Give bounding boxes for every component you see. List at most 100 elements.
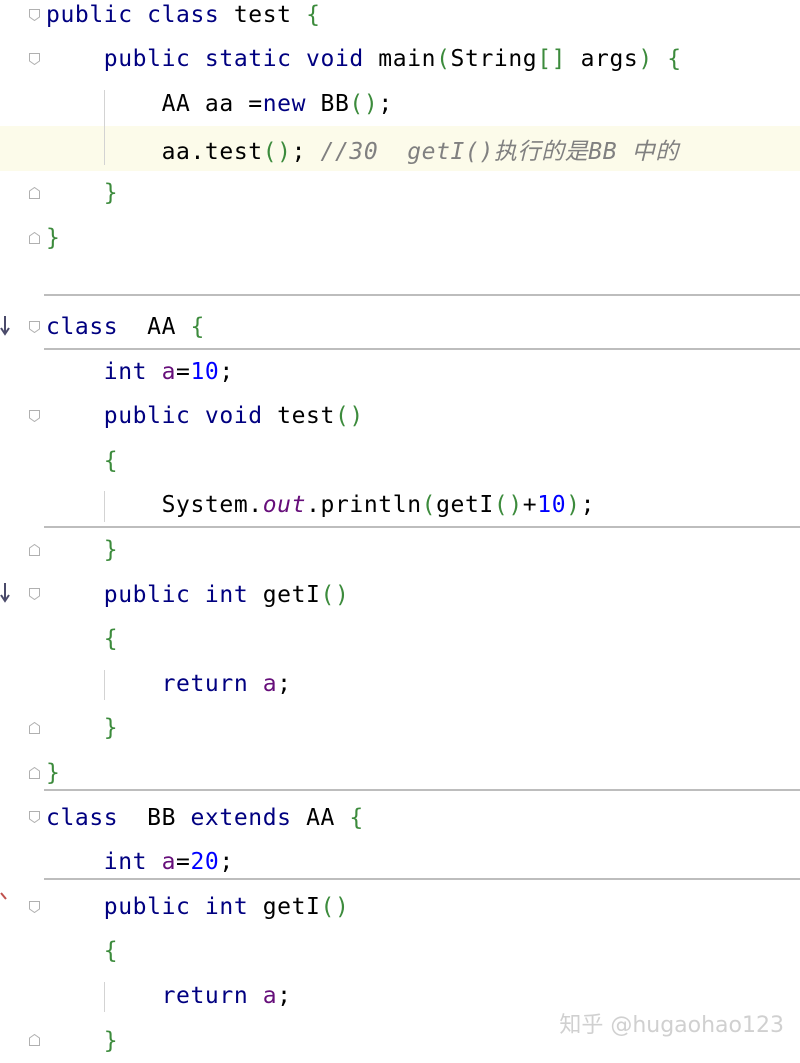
code-token: } — [46, 536, 119, 563]
code-line[interactable]: } — [0, 216, 800, 261]
code-text: } — [46, 225, 60, 251]
fold-expanded-icon[interactable] — [29, 409, 40, 422]
code-line[interactable]: return a; — [0, 662, 800, 707]
code-token: () — [320, 581, 350, 608]
code-token: class — [46, 804, 148, 831]
code-token: () — [262, 138, 292, 165]
overriding-method-icon[interactable] — [0, 891, 12, 913]
code-token: { — [306, 1, 321, 28]
watermark: 知乎 @hugaohao123 — [559, 1013, 784, 1038]
code-text: class BB extends AA { — [46, 805, 364, 831]
code-token: int — [46, 849, 162, 876]
code-token: ; — [219, 849, 234, 876]
code-line[interactable]: } — [0, 528, 800, 573]
fold-expanded-icon[interactable] — [29, 900, 40, 913]
code-text: } — [46, 1028, 118, 1054]
code-text: public static void main(String[] args) { — [46, 46, 682, 72]
code-token: ) — [566, 492, 581, 519]
code-token: public int — [46, 581, 263, 608]
code-line[interactable]: class AA { — [0, 305, 800, 350]
code-token: { — [190, 313, 205, 340]
code-line[interactable]: { — [0, 439, 800, 484]
code-token: ; — [378, 90, 393, 117]
code-token: return — [46, 982, 263, 1009]
method-separator — [44, 348, 800, 351]
code-token: System. — [46, 492, 263, 519]
code-token: args — [566, 46, 639, 73]
code-line[interactable]: public int getI() — [0, 885, 800, 930]
code-line[interactable]: { — [0, 617, 800, 662]
code-line[interactable]: { — [0, 929, 800, 974]
code-token: BB — [320, 90, 350, 117]
code-token: } — [46, 1027, 119, 1054]
code-token: out — [262, 492, 307, 519]
code-token: extends — [190, 804, 307, 831]
code-line[interactable]: int a=10; — [0, 349, 800, 394]
code-token: a — [262, 670, 278, 697]
code-token: } — [46, 759, 61, 786]
code-token: } — [46, 224, 61, 251]
code-line[interactable]: public void test() — [0, 394, 800, 439]
code-line[interactable]: class BB extends AA { — [0, 795, 800, 840]
code-line[interactable]: } — [0, 171, 800, 216]
overridden-method-icon[interactable] — [0, 583, 12, 605]
indent-guide — [104, 981, 105, 1013]
code-token: ; — [219, 358, 234, 385]
code-token: AA — [147, 313, 191, 340]
code-text: public int getI() — [46, 894, 349, 920]
code-token: aa.test — [46, 138, 263, 165]
code-token: + — [522, 492, 538, 519]
code-text: AA aa =new BB(); — [46, 91, 393, 117]
code-token: ; — [580, 492, 596, 519]
code-token: class — [46, 313, 148, 340]
code-line[interactable]: public class test { — [0, 0, 800, 37]
code-token: { — [46, 447, 119, 474]
code-line[interactable]: public int getI() — [0, 572, 800, 617]
fold-end-icon[interactable] — [29, 722, 40, 735]
code-line[interactable]: AA aa =new BB(); — [0, 82, 800, 127]
code-line[interactable] — [0, 260, 800, 305]
code-token: ( — [421, 492, 437, 519]
fold-end-icon[interactable] — [29, 186, 40, 199]
code-line[interactable]: } — [0, 706, 800, 751]
code-token: test — [233, 1, 307, 28]
code-token: String — [450, 46, 538, 73]
code-token: } — [46, 180, 119, 207]
fold-expanded-icon[interactable] — [29, 320, 40, 333]
code-token: () — [320, 893, 350, 920]
code-token: a — [161, 358, 177, 385]
fold-end-icon[interactable] — [29, 543, 40, 556]
method-separator — [44, 294, 800, 297]
code-token: getI — [436, 492, 494, 519]
code-line[interactable]: aa.test(); //30 getI()执行的是BB 中的 — [0, 126, 800, 171]
fold-expanded-icon[interactable] — [29, 53, 40, 66]
code-token: AA — [306, 804, 350, 831]
code-line[interactable]: System.out.println(getI()+10); — [0, 483, 800, 528]
code-token: public class — [46, 1, 234, 28]
fold-end-icon[interactable] — [29, 1034, 40, 1047]
code-text: int a=10; — [46, 359, 234, 385]
code-token: a — [262, 982, 278, 1009]
code-token: getI — [262, 893, 321, 920]
code-token: = — [176, 358, 191, 385]
code-line[interactable]: public static void main(String[] args) { — [0, 37, 800, 82]
fold-expanded-icon[interactable] — [29, 588, 40, 601]
fold-expanded-icon[interactable] — [29, 8, 40, 21]
code-token: ( — [436, 46, 451, 73]
code-token: public static void — [46, 46, 379, 73]
implemented-by-icon[interactable] — [0, 315, 12, 338]
code-text: System.out.println(getI()+10); — [46, 492, 595, 518]
code-text: public void test() — [46, 403, 364, 429]
code-text: public int getI() — [46, 582, 349, 608]
code-text: { — [46, 938, 118, 964]
code-text: } — [46, 760, 60, 786]
fold-expanded-icon[interactable] — [29, 811, 40, 824]
code-token: AA aa — [46, 90, 249, 117]
code-text: } — [46, 537, 118, 563]
code-text: class AA { — [46, 314, 205, 340]
code-token: int — [46, 358, 162, 385]
method-separator — [44, 788, 800, 791]
fold-end-icon[interactable] — [29, 231, 40, 244]
code-comment: //30 getI()执行的是BB 中的 — [320, 138, 679, 165]
fold-end-icon[interactable] — [29, 766, 40, 779]
